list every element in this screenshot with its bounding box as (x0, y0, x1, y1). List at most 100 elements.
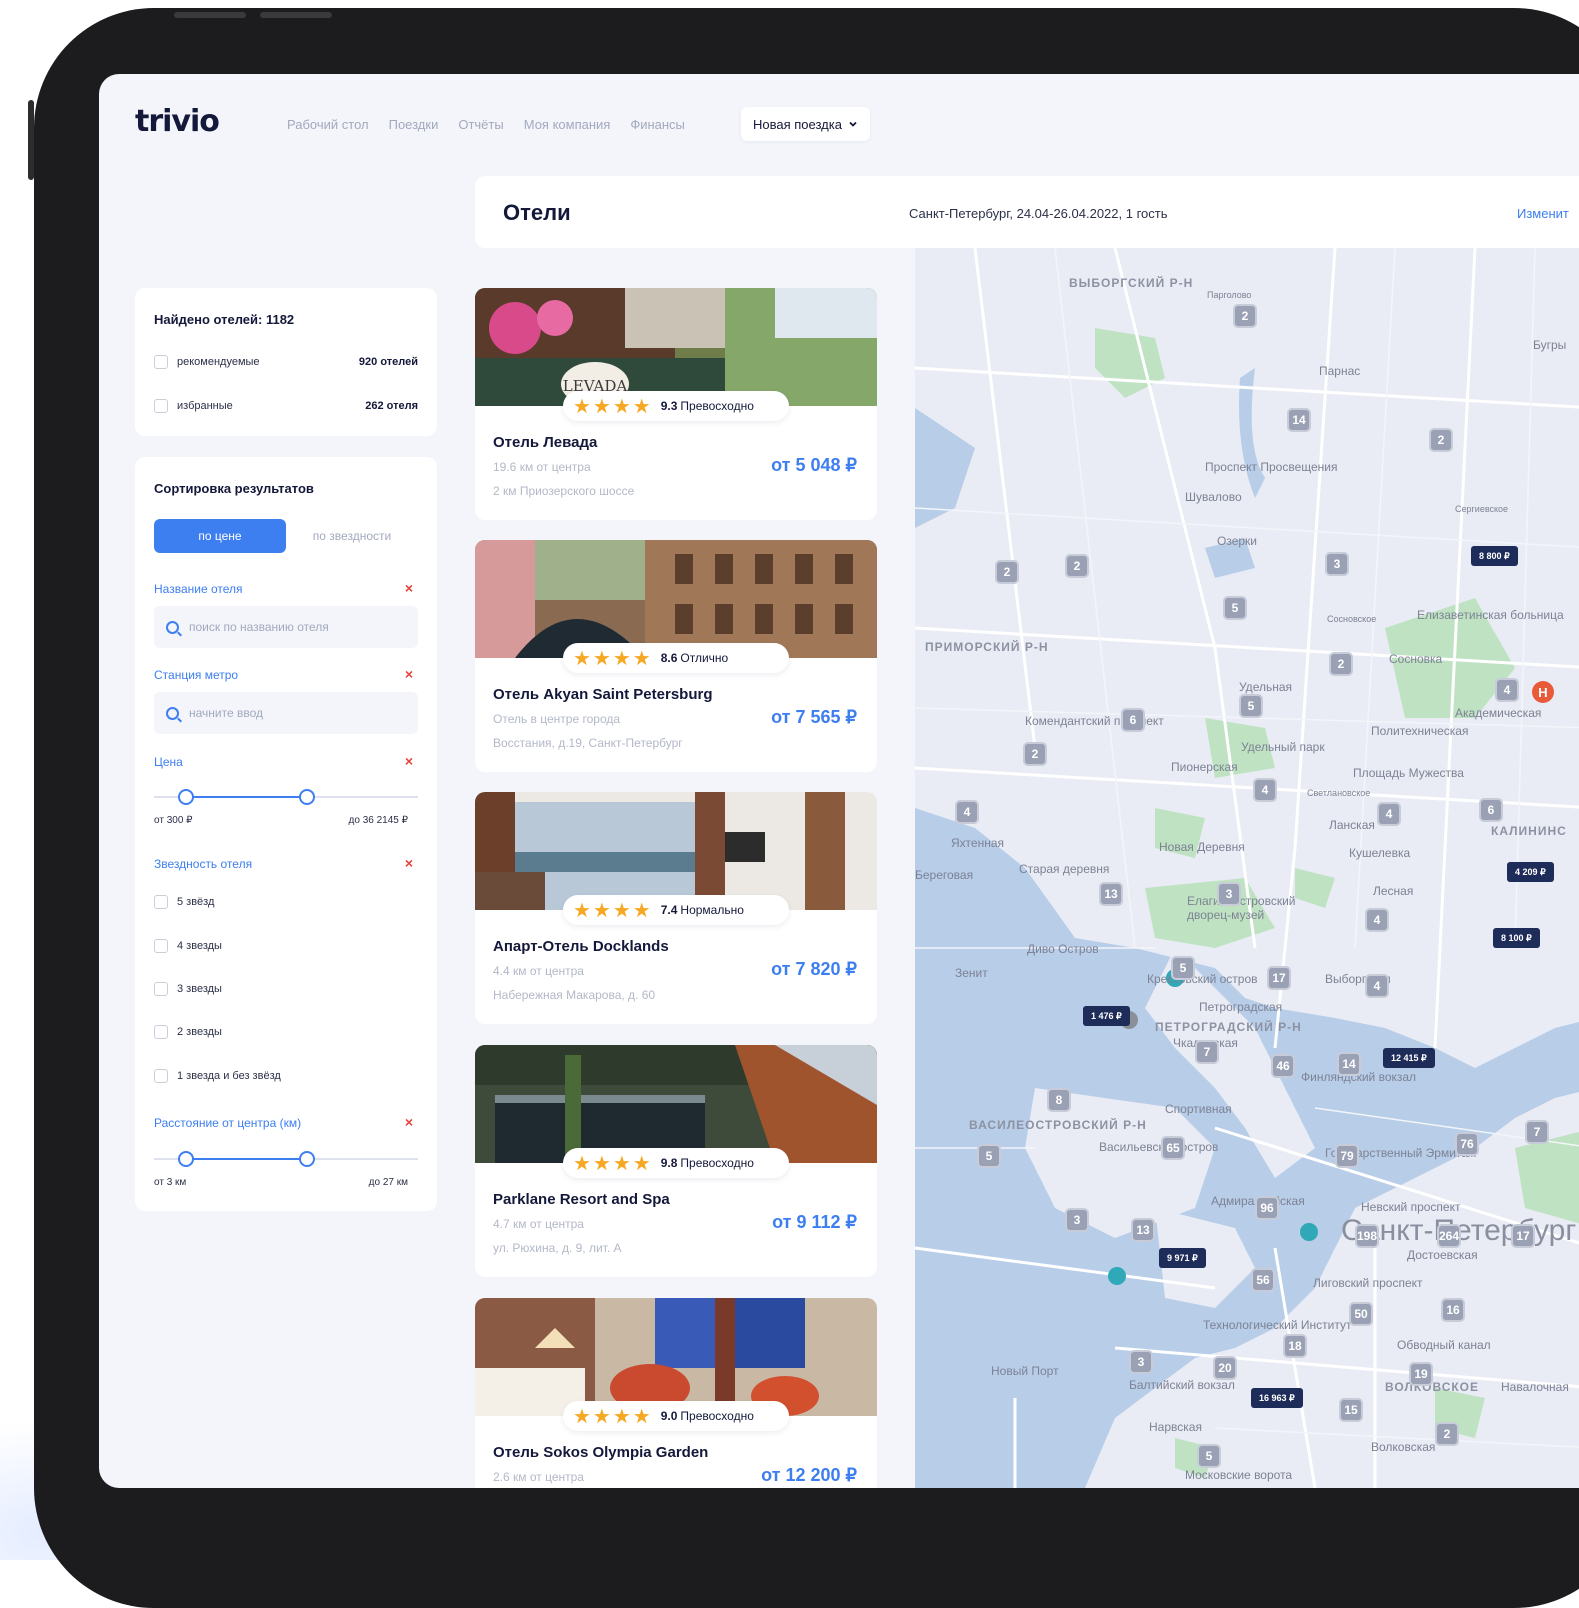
map-cluster-marker[interactable]: 4 (1495, 678, 1519, 702)
map-cluster-marker[interactable]: 6 (1479, 798, 1503, 822)
map-cluster-marker[interactable]: 264 (1437, 1224, 1461, 1248)
slider-handle-max[interactable] (299, 1151, 316, 1167)
map-price-marker[interactable]: 12 415 ₽ (1383, 1048, 1435, 1068)
hotel-card[interactable]: ★★★★ 7.4 Нормально Апарт-Отель Docklands… (475, 792, 877, 1024)
map-cluster-marker[interactable]: 13 (1099, 882, 1123, 906)
map-cluster-marker[interactable]: 4 (1253, 778, 1277, 802)
hotels-map[interactable]: H ВЫБОРГСКИЙ Р-Н ПРИМОРСКИЙ Р-Н ПЕТРОГРА… (915, 248, 1579, 1488)
map-cluster-marker[interactable]: 2 (1233, 304, 1257, 328)
map-cluster-marker[interactable]: 5 (1223, 596, 1247, 620)
map-cluster-marker[interactable]: 5 (1239, 694, 1263, 718)
checkbox[interactable] (154, 355, 168, 369)
hotel-name[interactable]: Отель Akyan Saint Petersburg (493, 686, 713, 703)
map-cluster-marker[interactable]: 4 (1365, 908, 1389, 932)
map-cluster-marker[interactable]: 56 (1251, 1268, 1275, 1292)
trivio-logo[interactable]: trivio (135, 104, 220, 139)
nav-item-dashboard[interactable]: Рабочий стол (287, 117, 369, 132)
hotel-price[interactable]: от 5 048 ₽ (771, 455, 857, 476)
map-cluster-marker[interactable]: 3 (1325, 552, 1349, 576)
map-cluster-marker[interactable]: 2 (1065, 554, 1089, 578)
hotel-price[interactable]: от 9 112 ₽ (772, 1212, 857, 1233)
nav-item-finance[interactable]: Финансы (630, 117, 685, 132)
hotel-name[interactable]: Апарт-Отель Docklands (493, 938, 669, 955)
map-cluster-marker[interactable]: 96 (1255, 1196, 1279, 1220)
hotel-card[interactable]: ★★★★ 9.8 Превосходно Parklane Resort and… (475, 1045, 877, 1277)
map-cluster-marker[interactable]: 2 (1435, 1422, 1459, 1446)
map-cluster-marker[interactable]: 5 (977, 1144, 1001, 1168)
map-cluster-marker[interactable]: 13 (1131, 1218, 1155, 1242)
map-cluster-marker[interactable]: 4 (955, 800, 979, 824)
map-cluster-marker[interactable]: 7 (1525, 1120, 1549, 1144)
map-cluster-marker[interactable]: 46 (1271, 1054, 1295, 1078)
close-icon[interactable]: × (405, 855, 413, 871)
checkbox[interactable] (154, 399, 168, 413)
metro-search-input[interactable]: начните ввод (154, 692, 418, 734)
hotel-name-search-input[interactable]: поиск по названию отеля (154, 606, 418, 648)
map-cluster-marker[interactable]: 19 (1409, 1362, 1433, 1386)
checkbox[interactable] (154, 939, 168, 953)
map-cluster-marker[interactable]: 6 (1121, 708, 1145, 732)
hotel-price[interactable]: от 7 565 ₽ (771, 707, 857, 728)
close-icon[interactable]: × (405, 580, 413, 596)
map-cluster-marker[interactable]: 2 (1023, 742, 1047, 766)
map-cluster-marker[interactable]: 2 (1429, 428, 1453, 452)
hotel-price[interactable]: от 7 820 ₽ (771, 959, 857, 980)
slider-handle-max[interactable] (299, 789, 316, 805)
map-price-marker[interactable]: 8 800 ₽ (1471, 546, 1518, 566)
map-cluster-marker[interactable]: 5 (1197, 1444, 1221, 1468)
map-cluster-marker[interactable]: 4 (1377, 802, 1401, 826)
sort-by-price-button[interactable]: по цене (154, 519, 286, 553)
map-cluster-marker[interactable]: 5 (1171, 956, 1195, 980)
map-cluster-marker[interactable]: 2 (995, 560, 1019, 584)
map-price-marker[interactable]: 4 209 ₽ (1507, 862, 1554, 882)
map-cluster-marker[interactable]: 16 (1441, 1298, 1465, 1322)
checkbox[interactable] (154, 1025, 168, 1039)
map-cluster-marker[interactable]: 8 (1047, 1088, 1071, 1112)
nav-item-trips[interactable]: Поездки (389, 117, 439, 132)
map-cluster-marker[interactable]: 65 (1161, 1136, 1185, 1160)
map-cluster-marker[interactable]: 198 (1355, 1224, 1379, 1248)
map-cluster-marker[interactable]: 7 (1195, 1040, 1219, 1064)
slider-handle-min[interactable] (177, 1151, 194, 1167)
map-cluster-marker[interactable]: 20 (1213, 1356, 1237, 1380)
nav-item-company[interactable]: Моя компания (524, 117, 611, 132)
map-price-marker[interactable]: 1 476 ₽ (1083, 1006, 1130, 1026)
map-cluster-marker[interactable]: 14 (1287, 408, 1311, 432)
hotel-name[interactable]: Отель Sokos Olympia Garden (493, 1444, 708, 1461)
new-trip-button[interactable]: Новая поездка (741, 107, 870, 141)
map-cluster-marker[interactable]: 3 (1129, 1350, 1153, 1374)
map-cluster-marker[interactable]: 2 (1329, 652, 1353, 676)
map-cluster-marker[interactable]: 15 (1339, 1398, 1363, 1422)
map-cluster-marker[interactable]: 17 (1267, 966, 1291, 990)
map-cluster-marker[interactable]: 79 (1335, 1144, 1359, 1168)
map-price-marker[interactable]: 9 971 ₽ (1159, 1248, 1206, 1268)
map-cluster-marker[interactable]: 18 (1283, 1334, 1307, 1358)
slider-handle-min[interactable] (177, 789, 194, 805)
hotel-name[interactable]: Отель Левада (493, 434, 597, 451)
close-icon[interactable]: × (405, 753, 413, 769)
hotel-price[interactable]: от 12 200 ₽ (761, 1465, 857, 1486)
close-icon[interactable]: × (405, 666, 413, 682)
hotel-card[interactable]: ★★★★ 9.0 Превосходно Отель Sokos Olympia… (475, 1298, 877, 1488)
map-price-marker[interactable]: 16 963 ₽ (1251, 1388, 1303, 1408)
map-cluster-marker[interactable]: 3 (1065, 1208, 1089, 1232)
stars-option[interactable]: 1 звезда и без звёзд (154, 1068, 281, 1084)
hotel-card[interactable]: ★★★★ 8.6 Отлично Отель Akyan Saint Peter… (475, 540, 877, 772)
sort-by-stars-button[interactable]: по звездности (286, 519, 418, 553)
filter-favorites[interactable]: избранные 262 отеля (154, 398, 418, 414)
change-search-link[interactable]: Изменит (1517, 206, 1569, 221)
filter-recommended[interactable]: рекомендуемые 920 отелей (154, 354, 418, 370)
price-slider[interactable] (154, 789, 418, 805)
stars-option[interactable]: 2 звезды (154, 1024, 222, 1040)
stars-option[interactable]: 4 звезды (154, 938, 222, 954)
map-cluster-marker[interactable]: 14 (1337, 1052, 1361, 1076)
map-cluster-marker[interactable]: 3 (1217, 882, 1241, 906)
map-price-marker[interactable]: 8 100 ₽ (1493, 928, 1540, 948)
checkbox[interactable] (154, 1069, 168, 1083)
checkbox[interactable] (154, 895, 168, 909)
distance-slider[interactable] (154, 1151, 418, 1167)
stars-option[interactable]: 3 звезды (154, 981, 222, 997)
map-cluster-marker[interactable]: 50 (1349, 1302, 1373, 1326)
map-cluster-marker[interactable]: 4 (1365, 974, 1389, 998)
nav-item-reports[interactable]: Отчёты (458, 117, 503, 132)
